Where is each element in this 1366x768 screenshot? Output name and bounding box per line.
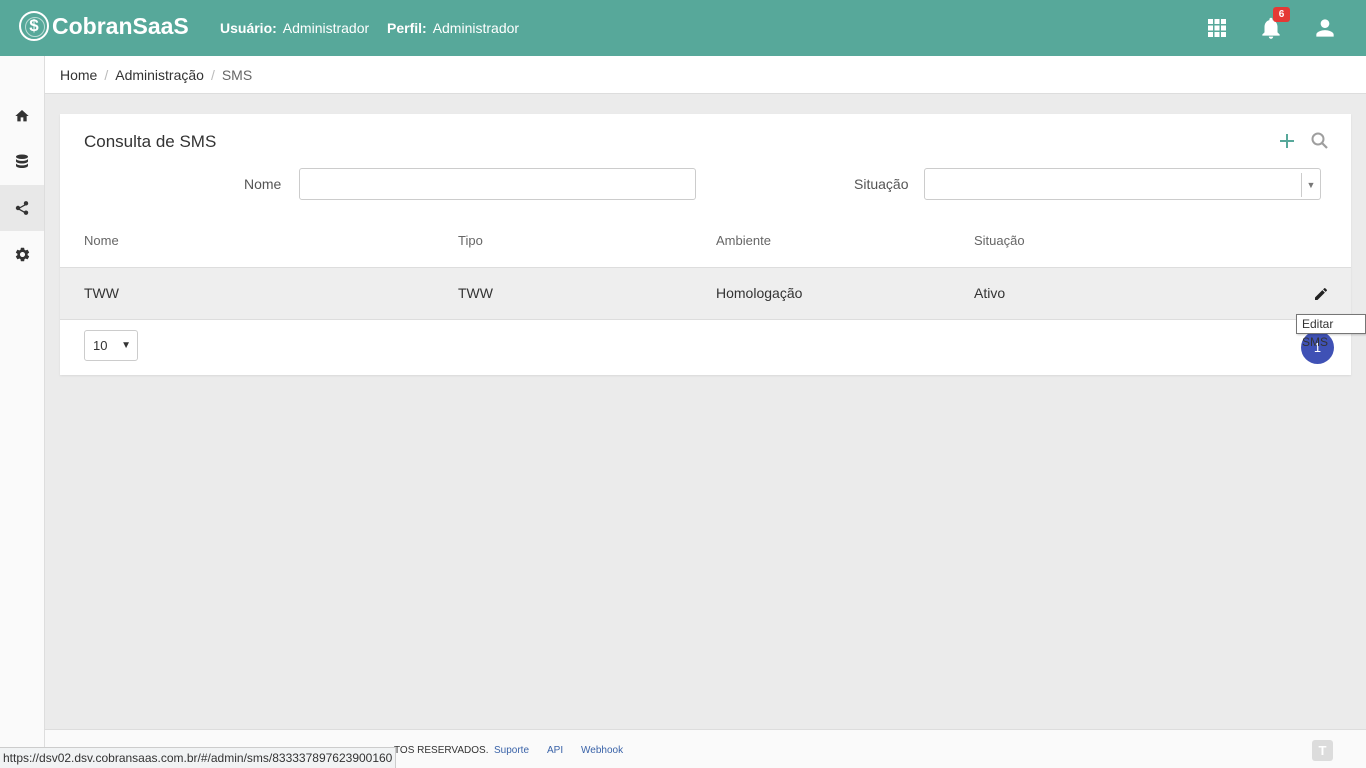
cell-nome: TWW: [84, 285, 119, 301]
footer-link-webhook[interactable]: Webhook: [581, 745, 623, 756]
edit-tooltip: Editar SMS: [1296, 314, 1366, 349]
user-label: Usuário:: [220, 20, 277, 36]
sms-query-card: Consulta de SMS Nome Situação ▼ Nome Tip…: [60, 114, 1351, 375]
sidebar-item-integrations[interactable]: [0, 185, 44, 231]
breadcrumb-separator: /: [210, 66, 215, 83]
status-filter-label: Situação: [854, 176, 909, 192]
page-size-value: 10: [93, 338, 108, 353]
top-app-bar: $ CobranSaaS Usuário: Administrador Perfi…: [0, 0, 1366, 56]
profile-label: Perfil:: [387, 20, 427, 36]
plus-icon: [1280, 134, 1294, 148]
add-button[interactable]: [1277, 131, 1297, 151]
edit-icon[interactable]: [1313, 286, 1329, 302]
header-user: Usuário: Administrador: [220, 20, 369, 36]
page-title: Consulta de SMS: [84, 132, 217, 151]
profile-value: Administrador: [432, 20, 520, 36]
column-header-tipo[interactable]: Tipo: [458, 233, 483, 248]
breadcrumb-separator: /: [104, 66, 109, 83]
sidebar-item-settings[interactable]: [0, 231, 44, 277]
name-filter-label: Nome: [244, 176, 282, 192]
search-button[interactable]: [1310, 131, 1330, 151]
status-filter-select[interactable]: ▼: [924, 168, 1321, 200]
gear-icon: [15, 247, 29, 261]
search-icon: [1311, 132, 1328, 149]
table-row[interactable]: TWW TWW Homologação Ativo: [60, 267, 1351, 320]
header-profile: Perfil: Administrador: [387, 20, 519, 36]
page-size-select[interactable]: 10 ▼: [84, 330, 138, 361]
sidebar-item-database[interactable]: [0, 139, 44, 185]
sidebar-item-home[interactable]: [0, 93, 44, 139]
cell-tipo: TWW: [458, 285, 493, 301]
footer-copyright: TOS RESERVADOS.: [394, 745, 489, 756]
column-header-nome[interactable]: Nome: [84, 233, 119, 248]
breadcrumb-sms: SMS: [221, 66, 253, 83]
cell-situacao: Ativo: [974, 285, 1006, 301]
breadcrumb-home[interactable]: Home: [60, 67, 97, 83]
name-filter-input[interactable]: [299, 168, 696, 200]
footer-logo-icon: T: [1312, 740, 1333, 761]
caret-down-icon: ▼: [121, 340, 131, 351]
column-header-ambiente[interactable]: Ambiente: [716, 233, 771, 248]
breadcrumb: Home / Administração / SMS: [45, 56, 1366, 94]
browser-status-url: https://dsv02.dsv.cobransaas.com.br/#/ad…: [0, 747, 397, 768]
apps-grid-icon[interactable]: [1204, 15, 1230, 41]
column-header-situacao[interactable]: Situação: [974, 233, 1025, 248]
logo-coin-icon: $: [19, 11, 49, 41]
database-icon: [16, 154, 28, 168]
footer-link-suporte[interactable]: Suporte: [494, 745, 529, 756]
chevron-down-icon: ▼: [1301, 173, 1320, 197]
home-icon: [15, 110, 29, 122]
app-name: CobranSaaS: [52, 12, 189, 39]
cell-ambiente: Homologação: [716, 285, 803, 301]
sidebar: [0, 56, 45, 768]
breadcrumb-administracao[interactable]: Administração: [115, 67, 204, 83]
app-logo[interactable]: $ CobranSaaS: [19, 11, 189, 41]
share-icon: [15, 201, 29, 215]
user-value: Administrador: [282, 20, 370, 36]
footer-link-api[interactable]: API: [547, 745, 563, 756]
account-icon[interactable]: [1312, 15, 1338, 41]
notification-badge: 6: [1273, 7, 1290, 22]
